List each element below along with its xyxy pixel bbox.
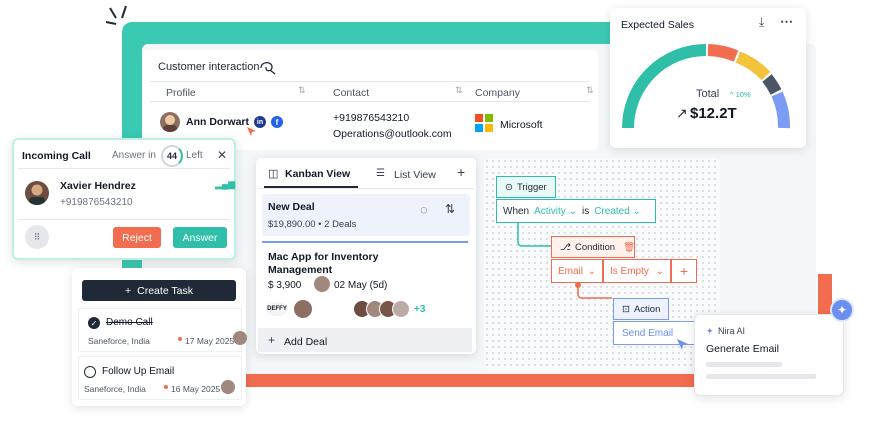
date-dot — [164, 385, 168, 389]
condition-icon: ⎇ — [560, 241, 571, 253]
deal-date: 02 May (5d) — [334, 280, 388, 291]
avatar — [221, 380, 235, 394]
sort-icon[interactable]: ⇅ — [298, 85, 306, 96]
cursor-icon — [677, 339, 688, 350]
generate-email-label[interactable]: Generate Email — [706, 343, 779, 355]
activity-dropdown[interactable]: Activity ⌄ — [534, 206, 577, 217]
action-node[interactable]: ⊡ Action — [613, 298, 669, 320]
deal-owner-avatar — [314, 276, 330, 292]
customer-interaction-title: Customer interaction — [158, 61, 260, 73]
task-location: Saneforce, India — [84, 384, 146, 394]
plus-icon: + — [125, 284, 132, 297]
plus-icon[interactable]: + — [457, 164, 465, 180]
trigger-icon: ⊙ — [505, 181, 513, 193]
answer-in-label: Answer in — [112, 150, 156, 161]
avatar — [392, 300, 410, 318]
contact-name[interactable]: Ann Dorwart — [186, 116, 249, 128]
add-deal-button[interactable]: Add Deal — [284, 336, 327, 348]
kanban-icon: ◫ — [268, 168, 279, 180]
task-date: 16 May 2025 — [171, 384, 221, 394]
nira-brand: Nira AI — [718, 326, 746, 336]
stage-summary: $19,890.00 • 2 Deals — [268, 219, 357, 230]
add-condition-button[interactable]: + — [671, 259, 697, 283]
microsoft-logo-icon — [475, 114, 493, 132]
signal-icon: ▂▄▆ — [215, 179, 236, 189]
spinner-icon: ◌ — [420, 202, 428, 217]
avatar — [294, 300, 312, 318]
caller-avatar — [25, 181, 49, 205]
date-dot — [178, 337, 182, 341]
contact-email[interactable]: Operations@outlook.com — [333, 128, 452, 140]
avatar — [160, 112, 180, 132]
expected-sales-title: Expected Sales — [621, 19, 694, 31]
download-icon[interactable]: ⤓ — [759, 15, 764, 30]
left-label: Left — [186, 150, 203, 161]
facebook-icon[interactable]: f — [271, 116, 283, 128]
contact-phone: +919876543210 — [333, 112, 410, 124]
countdown-timer: 44 — [161, 145, 183, 167]
tab-kanban-view[interactable]: Kanban View — [285, 168, 350, 180]
avatar — [233, 331, 247, 345]
tab-list-view[interactable]: List View — [394, 169, 436, 181]
deal-amount: $ 3,900 — [268, 280, 302, 291]
col-company: Company — [475, 87, 520, 99]
more-icon[interactable]: ⋯ — [780, 14, 793, 30]
email-dropdown[interactable]: Email ⌄ — [551, 259, 603, 283]
action-icon: ⊡ — [622, 303, 630, 315]
close-icon[interactable]: ✕ — [217, 148, 227, 162]
caller-name: Xavier Hendrez — [60, 180, 136, 192]
incoming-call-title: Incoming Call — [22, 150, 91, 162]
condition-node[interactable]: ⎇ Condition 🗑 — [551, 236, 635, 258]
deal-card-accent — [262, 241, 468, 243]
create-task-button[interactable]: + Create Task — [82, 280, 236, 301]
task-title: Follow Up Email — [102, 366, 175, 377]
task-location: Saneforce, India — [88, 336, 150, 346]
is-empty-dropdown[interactable]: Is Empty ⌄ — [603, 259, 671, 283]
sparkle-icon: ✦ — [706, 326, 714, 336]
keypad-icon[interactable]: ⠿ — [25, 225, 49, 249]
deal-logo: DEFFY — [266, 302, 288, 316]
deal-title[interactable]: Mac App for Inventory Management — [268, 251, 398, 277]
sort-icon[interactable]: ⇅ — [445, 202, 455, 216]
change-value: ^ 10% — [730, 90, 751, 99]
plus-icon[interactable]: + — [268, 333, 275, 347]
checkbox-icon[interactable] — [84, 366, 96, 378]
more-avatars-count: +3 — [414, 304, 426, 315]
task-date: 17 May 2025 — [185, 336, 235, 346]
list-icon: ☰ — [376, 168, 385, 179]
answer-button[interactable]: Answer — [173, 227, 227, 248]
caller-phone: +919876543210 — [60, 197, 133, 208]
sales-total-value: $12.2T — [690, 105, 737, 122]
check-icon[interactable]: ✓ — [88, 317, 100, 329]
task-title: Demo Call — [106, 317, 153, 328]
placeholder-line — [706, 362, 782, 367]
ai-sparkle-button[interactable]: ✦ — [830, 298, 854, 322]
placeholder-line — [706, 374, 816, 379]
sort-icon[interactable]: ⇅ — [586, 85, 594, 96]
nira-ai-card — [694, 314, 844, 396]
total-label: Total — [696, 88, 720, 100]
col-profile: Profile — [166, 87, 196, 99]
sort-icon[interactable]: ⇅ — [455, 85, 463, 96]
created-dropdown[interactable]: Created ⌄ — [594, 206, 641, 217]
col-contact: Contact — [333, 87, 370, 99]
trend-arrow-icon: ↗ — [676, 105, 688, 121]
reject-button[interactable]: Reject — [113, 227, 161, 248]
delete-icon[interactable]: 🗑 — [623, 242, 635, 253]
company-name: Microsoft — [500, 119, 543, 131]
stage-title: New Deal — [268, 201, 315, 213]
orange-accent-bar — [243, 373, 698, 387]
swirl-icon — [260, 61, 276, 75]
trigger-rule: When Activity ⌄ is Created ⌄ — [496, 199, 656, 223]
cursor-icon — [247, 127, 256, 136]
trigger-node[interactable]: ⊙ Trigger — [496, 176, 556, 198]
